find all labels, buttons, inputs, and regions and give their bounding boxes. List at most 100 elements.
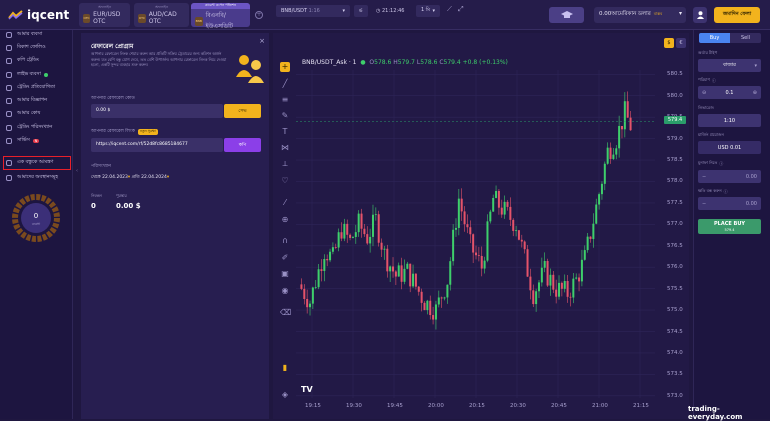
pattern-icon[interactable]: ⋈: [280, 143, 290, 153]
symbol-selector[interactable]: BNB/USDT 1:16 ▾: [276, 5, 350, 17]
stop-loss-field[interactable]: − 0.00: [698, 197, 761, 210]
bnb-icon: BNB: [195, 16, 203, 26]
layers-icon[interactable]: ◈: [280, 390, 290, 400]
y-tick-label: 573.0: [667, 392, 683, 399]
referral-link-field[interactable]: https://iqcent.com/rf/52d8fc8685184677: [91, 138, 223, 152]
trend-line-icon[interactable]: ╱: [280, 79, 290, 89]
sidebar-item-trades[interactable]: আমার ব্যবসা: [6, 30, 42, 40]
sidebar-item-wallet[interactable]: আমার কোষ: [6, 109, 40, 119]
y-tick-label: 577.0: [667, 221, 683, 228]
leverage-select[interactable]: 1:10: [698, 114, 761, 127]
logo[interactable]: iqcent: [8, 8, 69, 22]
clock-icon: ◷: [376, 8, 381, 14]
brush-icon[interactable]: ✎: [280, 111, 290, 121]
sidebar-item-stats[interactable]: ট্রেডিং পরিসংখ্যান: [6, 123, 52, 133]
order-type-value: বাজার: [723, 61, 736, 68]
referral-link-label-text: আপনার রেফারেল লিংক: [91, 129, 135, 134]
add-asset-tab-button[interactable]: +: [255, 11, 263, 19]
sidebar-item-ads[interactable]: আমার বিজ্ঞাপন: [6, 96, 47, 106]
sidebar-item-contest[interactable]: ট্রেডিং প্রতিযোগিতা: [6, 83, 55, 93]
asset-tab-eurusd[interactable]: অফলাইন OTC EUR/USD OTC: [79, 3, 130, 27]
order-type-select[interactable]: বাজার ▾: [698, 59, 761, 72]
sell-tab[interactable]: Sell: [730, 33, 761, 43]
pencil-lock-icon[interactable]: ✐: [280, 253, 290, 263]
service-icon: [6, 138, 12, 144]
forecast-icon[interactable]: ⟂: [280, 159, 290, 169]
sidebar-item-label: লাইভ ব্যবসা: [17, 72, 41, 77]
lock-icon[interactable]: ▣: [280, 269, 290, 279]
deposit-button[interactable]: জমাদিন ফেলা: [714, 7, 760, 23]
collapse-arrow-icon[interactable]: ‹: [76, 168, 78, 174]
heart-icon[interactable]: ♡: [280, 176, 290, 186]
chevron-down-icon: ▾: [127, 175, 131, 180]
minus-icon[interactable]: ⊖: [702, 90, 706, 96]
live-icon: [6, 72, 12, 78]
legend-c-value: 579.4: [443, 59, 461, 66]
legend-h-value: 579.7: [397, 59, 415, 66]
invite-icon: [6, 160, 12, 166]
sidebar-item-label: সার্ভিস: [17, 138, 30, 143]
chevron-down-icon: ▾: [342, 8, 345, 14]
save-button[interactable]: সেভ: [224, 104, 261, 118]
asset-tab-symbol: EUR/USD OTC: [93, 11, 121, 25]
sidebar-item-live[interactable]: লাইভ ব্যবসা: [6, 70, 48, 80]
date-range[interactable]: থেকে 22.04.2023▾ প্রতি 22.04.2024▾: [91, 174, 169, 181]
sidebar-item-service[interactable]: সার্ভিস N: [6, 136, 40, 146]
parallel-channel-icon[interactable]: ≡: [280, 95, 290, 105]
eye-icon[interactable]: ◉: [280, 286, 290, 296]
stop-loss-label: ক্ষতি বন্ধ করুন ⓘ: [698, 188, 728, 195]
live-dot: [43, 73, 48, 77]
statistics-label: পরিসংখ্যান: [91, 164, 111, 169]
referral-code-field[interactable]: 0.00 $: [91, 104, 223, 118]
tradingview-logo[interactable]: TV: [301, 385, 313, 394]
magnet-icon[interactable]: ∩: [280, 236, 290, 246]
promo-button[interactable]: [549, 7, 584, 23]
otc-icon: OTC: [138, 13, 146, 23]
minus-icon[interactable]: −: [702, 201, 706, 207]
graduation-cap-icon: [560, 11, 573, 18]
info-icon: ⓘ: [723, 188, 728, 194]
portfolio-icon: [6, 45, 12, 51]
scroll-indicator-icon[interactable]: ▮: [280, 363, 290, 373]
trash-icon[interactable]: ⌫: [280, 308, 291, 318]
sidebar-item-label: আমার বিজ্ঞাপন: [17, 98, 47, 103]
copy-button[interactable]: কপি: [224, 138, 261, 152]
buy-sell-toggle: Buy Sell: [699, 33, 761, 43]
ruler-icon[interactable]: ⁄: [280, 198, 290, 208]
x-tick-label: 20:45: [551, 403, 567, 409]
take-profit-field[interactable]: − 0.00: [698, 170, 761, 183]
x-tick-label: 20:15: [469, 403, 485, 409]
place-buy-button[interactable]: PLACE BUY 579.4: [698, 219, 761, 234]
sidebar-item-portfolio[interactable]: বিকাশ ফোলিও: [6, 43, 45, 53]
sidebar-item-copy-trading[interactable]: কপি ট্রেডিং: [6, 56, 39, 66]
buy-tab[interactable]: Buy: [699, 33, 730, 43]
indicators-button[interactable]: ⚟: [354, 5, 368, 17]
user-button[interactable]: [693, 7, 707, 23]
x-tick-label: 19:30: [346, 403, 362, 409]
zoom-icon[interactable]: ⊕: [280, 215, 290, 225]
copy-icon: [6, 58, 12, 64]
asset-tab-audcad[interactable]: অফলাইন OTC AUD/CAD OTC: [134, 3, 189, 27]
asset-tab-bnbusdt[interactable]: কারেন্ট ওপেন পজিশন BNB বিএনবি/ইউএসডিটি: [191, 3, 250, 30]
sidebar-item-locations[interactable]: আমাদের অবস্থানসমূহ: [6, 173, 58, 183]
minus-icon[interactable]: −: [702, 174, 706, 180]
crosshair-icon[interactable]: +: [280, 62, 290, 72]
stats-icon: [6, 125, 12, 131]
plus-icon[interactable]: ⊕: [753, 90, 757, 96]
from-label: থেকে: [91, 175, 101, 180]
fullscreen-icon[interactable]: ⤢: [458, 5, 464, 14]
interval-selector[interactable]: 1 মি ▾: [416, 5, 440, 17]
user-icon: [696, 11, 704, 19]
logo-text: iqcent: [27, 8, 70, 22]
close-icon[interactable]: ×: [259, 37, 265, 45]
y-tick-label: 576.0: [667, 264, 683, 271]
chart-area: [273, 33, 689, 419]
new-badge: N: [32, 139, 40, 143]
amount-stepper[interactable]: ⊖ 0.1 ⊕: [698, 86, 761, 99]
sidebar-item-invite-friend[interactable]: এক বন্ধুকে আমন্ত্রণ: [3, 156, 71, 170]
rewards-value: 0.00 $: [116, 202, 141, 210]
wallet-icon: [6, 111, 12, 117]
text-icon[interactable]: T: [280, 127, 290, 137]
y-tick-label: 578.0: [667, 178, 683, 185]
chart-type-icon[interactable]: ⟋: [447, 5, 452, 14]
